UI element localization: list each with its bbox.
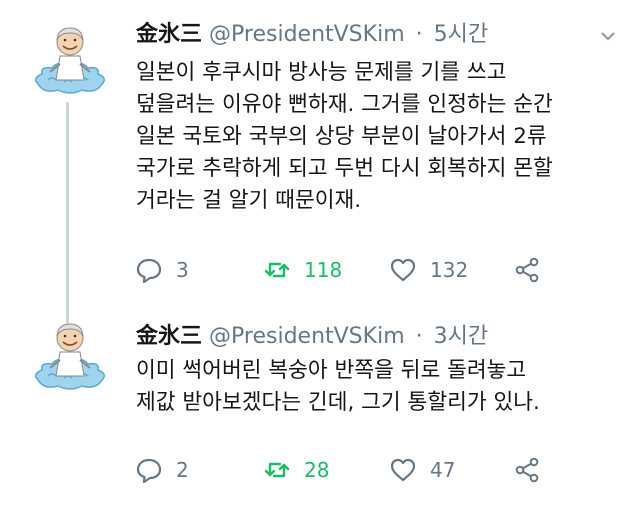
heart-icon [390,258,416,282]
tweet-header: 金氷三 @PresidentVSKim · 3시간 [136,322,488,352]
tweet-text-line: 덮을려는 이유야 뻔하재. 그거를 인정하는 순간 [136,92,553,117]
tweet-header: 金氷三 @PresidentVSKim · 5시간 [136,20,488,50]
reply-icon [136,458,162,484]
tweet-actions: 2 28 47 [134,453,574,487]
tweet-text-line: 국가로 추락하게 되고 두번 다시 회복하지 몬할 [136,156,553,181]
share-icon [515,257,539,283]
tweet-text-line: 이미 썩어버린 복숭아 반쪽을 뒤로 돌려놓고 [136,358,527,383]
like-count: 47 [430,458,456,482]
share-button[interactable] [512,253,554,287]
heart-icon [390,458,416,482]
like-count: 132 [430,258,469,282]
share-button[interactable] [512,453,554,487]
reply-button[interactable]: 3 [134,253,189,287]
tweet-text: 이미 썩어버린 복숭아 반쪽을 뒤로 돌려놓고 제값 받아보겠다는 긴데, 그기… [136,355,616,419]
tweet-text-line: 거라는 걸 알기 때문이재. [136,188,362,213]
timestamp[interactable]: 3시간 [434,324,488,349]
separator-dot: · [415,324,423,349]
retweet-count: 28 [304,458,330,482]
tweet-text: 일본이 후쿠시마 방사능 문제를 기를 쓰고 덮을려는 이유야 뻔하재. 그거를… [136,57,616,217]
share-icon [515,457,539,483]
tweet-text-line: 일본이 후쿠시마 방사능 문제를 기를 쓰고 [136,60,507,85]
retweet-button[interactable]: 28 [262,453,329,487]
reply-count: 3 [176,258,189,282]
reply-icon [136,258,162,284]
avatar[interactable] [30,318,110,398]
user-handle[interactable]: @PresidentVSKim [209,324,405,349]
like-button[interactable]: 47 [388,453,455,487]
avatar[interactable] [30,22,110,102]
tweet-text-line: 제값 받아보겠다는 긴데, 그기 통할리가 있나. [136,390,540,415]
timestamp[interactable]: 5시간 [434,22,488,47]
retweet-icon [264,262,290,278]
tweet-2[interactable]: 金氷三 @PresidentVSKim · 3시간 이미 썩어버린 복숭아 반쪽… [0,300,640,506]
reply-button[interactable]: 2 [134,453,189,487]
retweet-icon [264,462,290,478]
chevron-down-icon[interactable] [598,26,618,46]
separator-dot: · [415,22,423,47]
retweet-count: 118 [304,258,343,282]
display-name[interactable]: 金氷三 [136,22,202,47]
display-name[interactable]: 金氷三 [136,324,202,349]
user-handle[interactable]: @PresidentVSKim [209,22,405,47]
tweet-1[interactable]: 金氷三 @PresidentVSKim · 5시간 일본이 후쿠시마 방사능 문… [0,0,640,300]
reply-count: 2 [176,458,189,482]
tweet-text-line: 일본 국토와 국부의 상당 부분이 날아가서 2류 [136,124,547,149]
tweet-actions: 3 118 132 [134,253,574,287]
retweet-button[interactable]: 118 [262,253,342,287]
like-button[interactable]: 132 [388,253,468,287]
